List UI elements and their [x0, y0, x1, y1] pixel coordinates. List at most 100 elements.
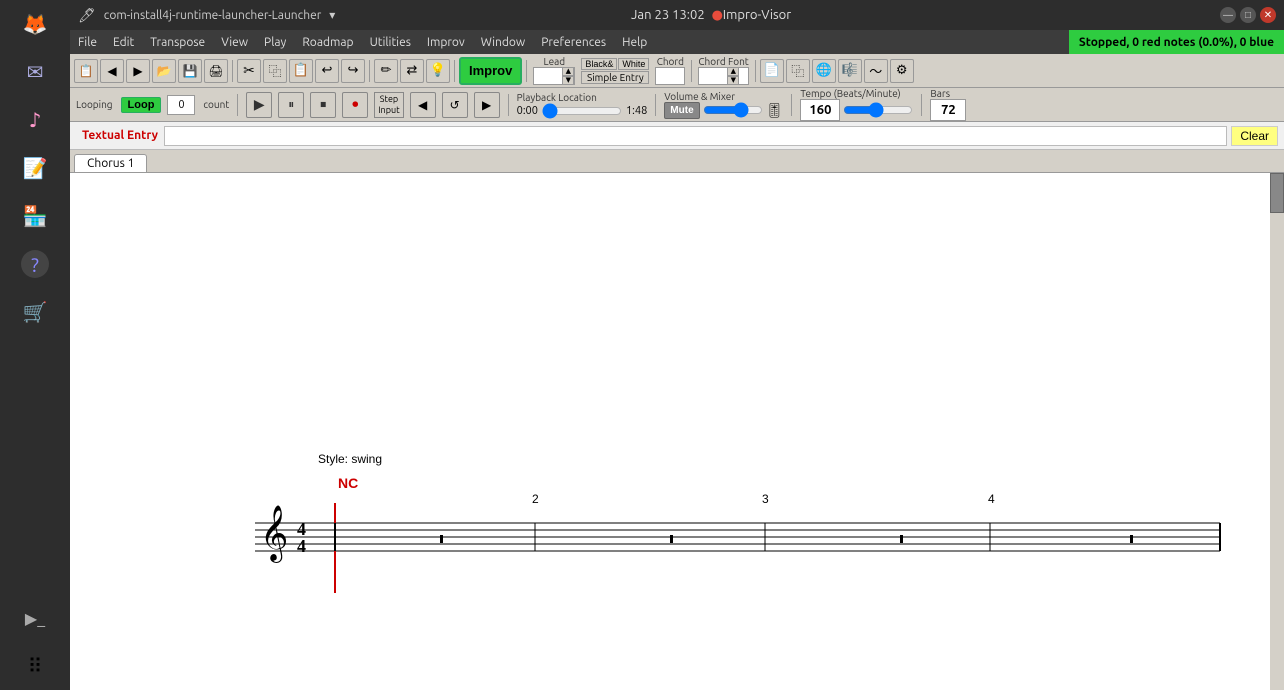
menu-roadmap[interactable]: Roadmap [294, 30, 361, 54]
pencil-button[interactable]: ✏ [374, 59, 398, 83]
menu-window[interactable]: Window [473, 30, 533, 54]
menu-utilities[interactable]: Utilities [362, 30, 419, 54]
app-title: Impro-Visor [643, 8, 711, 22]
wavy-button[interactable]: 〜 [864, 59, 888, 83]
sidebar-icon-mail[interactable]: ✉ [15, 52, 55, 92]
tempo-display[interactable]: 160 [800, 99, 840, 121]
menu-transpose[interactable]: Transpose [142, 30, 213, 54]
save-button[interactable]: 💾 [178, 59, 202, 83]
loop-button[interactable]: Loop [121, 97, 162, 113]
chord-font-group: Chord Font 16 ▲ ▼ [698, 56, 748, 85]
sidebar-icon-help[interactable]: ? [15, 244, 55, 284]
maximize-button[interactable]: □ [1240, 7, 1256, 23]
clear-button[interactable]: Clear [1231, 126, 1278, 146]
pause-button[interactable]: ⏸ [278, 92, 304, 118]
replay-button[interactable]: ↺ [442, 92, 468, 118]
print-button[interactable]: 🖨 [204, 59, 228, 83]
menu-edit[interactable]: Edit [105, 30, 142, 54]
chord-font-down-arrow[interactable]: ▼ [727, 76, 739, 85]
chord-font-input[interactable]: 16 [699, 68, 727, 84]
lead-spinbox[interactable]: 0.5 ▲ ▼ [533, 67, 575, 85]
chord-font-up-arrow[interactable]: ▲ [727, 67, 739, 76]
play-button[interactable]: ▶ [246, 92, 272, 118]
next-button[interactable]: ▶ [126, 59, 150, 83]
menu-help[interactable]: Help [614, 30, 655, 54]
prev-track-button[interactable]: ◀ [410, 92, 436, 118]
sep6 [755, 60, 756, 82]
transport-bar: Looping Loop 0 count ▶ ⏸ ⏹ ⏺ Step Input … [70, 88, 1284, 122]
step-input-button[interactable]: Step Input [374, 92, 403, 118]
sidebar-icon-amazon[interactable]: 🛒 [15, 292, 55, 332]
prev-button[interactable]: ◀ [100, 59, 124, 83]
menu-file[interactable]: File [70, 30, 105, 54]
trans-sep4 [791, 94, 792, 116]
lead-down-arrow[interactable]: ▼ [562, 76, 574, 85]
sidebar-icon-appstore[interactable]: 🏪 [15, 196, 55, 236]
minimize-button[interactable]: — [1220, 7, 1236, 23]
scrollbar-thumb[interactable] [1270, 173, 1284, 213]
lead-label: Lead [544, 56, 566, 67]
playback-slider[interactable] [542, 104, 622, 118]
mute-button[interactable]: Mute [664, 102, 699, 119]
bw-simpleentry-group: Black& White Simple Entry [581, 58, 649, 84]
sep4 [526, 60, 527, 82]
sidebar-icon-terminal[interactable]: ▶_ [15, 598, 55, 638]
score2-button[interactable]: 🎼 [838, 59, 862, 83]
stop-button[interactable]: ⏹ [310, 92, 336, 118]
copy-button[interactable]: ⿻ [263, 59, 287, 83]
sidebar-icon-apps[interactable]: ⠿ [15, 646, 55, 686]
chord-font-label: Chord Font [698, 56, 748, 67]
bars-display[interactable]: 72 [930, 99, 966, 121]
open-button[interactable]: 📂 [152, 59, 176, 83]
globe-button[interactable]: 🌐 [812, 59, 836, 83]
trans-sep1 [237, 94, 238, 116]
black-white-button2[interactable]: White [618, 58, 649, 70]
settings-button[interactable]: ⚙ [890, 59, 914, 83]
swap-button[interactable]: ⇄ [400, 59, 424, 83]
lead-up-arrow[interactable]: ▲ [562, 67, 574, 76]
sidebar-icon-music[interactable]: ♪ [15, 100, 55, 140]
volume-slider[interactable] [703, 103, 763, 117]
chord-font-spinbox[interactable]: 16 ▲ ▼ [698, 67, 748, 85]
menu-improv[interactable]: Improv [419, 30, 473, 54]
sheet-button[interactable]: 📄 [760, 59, 784, 83]
trans-sep5 [921, 94, 922, 116]
textual-entry-label[interactable]: Textual Entry [76, 127, 164, 144]
sep2 [369, 60, 370, 82]
chorus-tab-item[interactable]: Chorus 1 [74, 154, 147, 172]
record-button[interactable]: ⏺ [342, 92, 368, 118]
sidebar-icon-writer[interactable]: 📝 [15, 148, 55, 188]
meas-3: 3 [762, 492, 769, 506]
meas-4: 4 [988, 492, 995, 506]
sidebar-icon-firefox[interactable]: 🦊 [15, 4, 55, 44]
score-container: Chorus 1 Style: swing NC 𝄞 4 4 [70, 150, 1284, 690]
improv-button[interactable]: Improv [459, 57, 522, 85]
black-white-button[interactable]: Black& [581, 58, 617, 70]
chorus-tab-bar: Chorus 1 [70, 150, 1284, 173]
copy2-button[interactable]: ⿻ [786, 59, 810, 83]
chord-spinner-group: Chord [655, 56, 685, 85]
textual-entry-input[interactable] [164, 126, 1227, 146]
menu-play[interactable]: Play [256, 30, 294, 54]
score-content[interactable]: Style: swing NC 𝄞 4 4 [70, 173, 1284, 690]
lead-arrows: ▲ ▼ [562, 67, 574, 85]
cut-button[interactable]: ✂ [237, 59, 261, 83]
tempo-slider[interactable] [843, 103, 913, 117]
tempo-row: 160 [800, 99, 913, 121]
bulb-button[interactable]: 💡 [426, 59, 450, 83]
notebook-button[interactable]: 📋 [74, 59, 98, 83]
dropdown-icon[interactable]: ▾ [329, 8, 335, 22]
redo-button[interactable]: ↪ [341, 59, 365, 83]
next-track-button[interactable]: ▶ [474, 92, 500, 118]
menu-preferences[interactable]: Preferences [533, 30, 614, 54]
titlebar-controls: — □ ✕ [1220, 7, 1276, 23]
lead-input[interactable]: 0.5 [534, 68, 562, 84]
undo-button[interactable]: ↩ [315, 59, 339, 83]
simple-entry-button[interactable]: Simple Entry [581, 71, 649, 84]
count-label: count [203, 99, 229, 110]
paste-button[interactable]: 📋 [289, 59, 313, 83]
close-button[interactable]: ✕ [1260, 7, 1276, 23]
playback-label: Playback Location [517, 92, 648, 103]
menu-view[interactable]: View [213, 30, 256, 54]
scrollbar-track[interactable] [1270, 173, 1284, 690]
